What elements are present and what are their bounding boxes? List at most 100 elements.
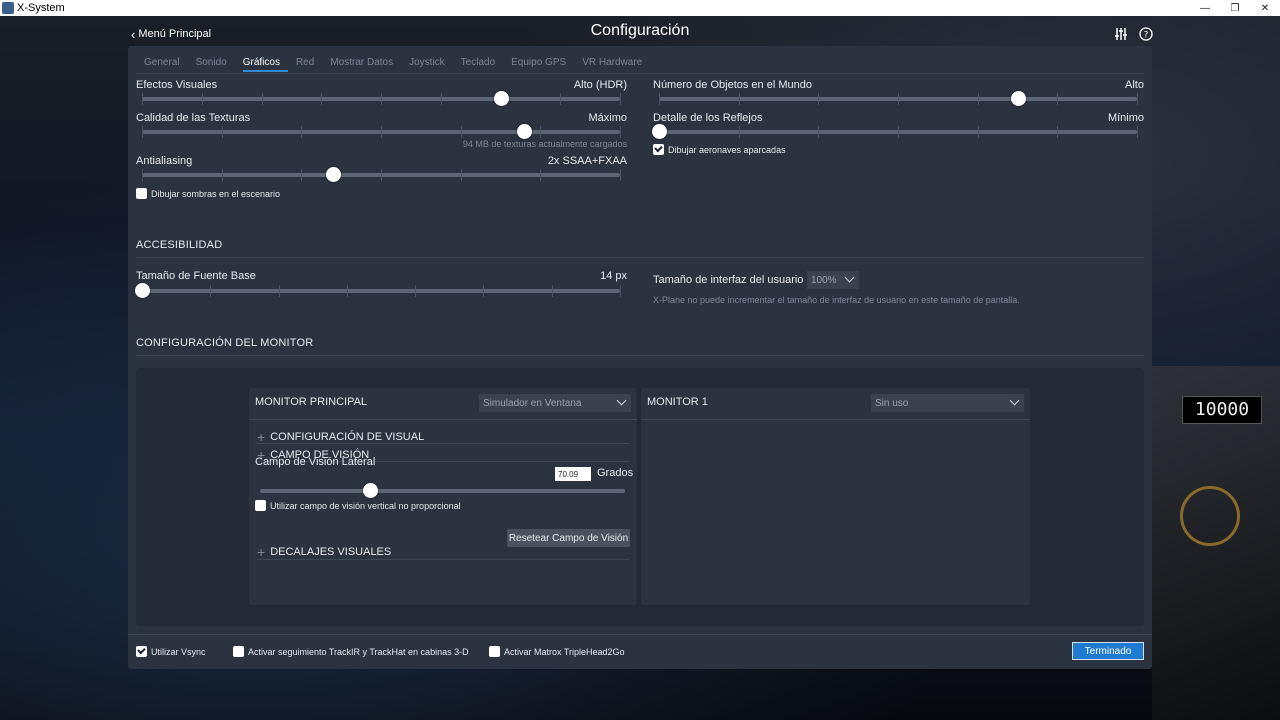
world-objects-slider[interactable] [659,91,1138,106]
slider-thumb[interactable] [652,124,667,139]
slider-tick [301,169,303,181]
plus-icon: + [257,429,266,445]
help-icon[interactable]: ? [1138,26,1154,42]
lateral-fov-unit: Grados [597,467,634,479]
slider-tick [560,93,562,105]
tab-mostrar-datos[interactable]: Mostrar Datos [330,57,401,72]
slider-tick [460,169,462,181]
accessibility-title: ACCESIBILIDAD [136,239,223,251]
slider-tick [738,93,740,105]
draw-shadows-checkbox[interactable]: Dibujar sombras en el escenario [136,188,280,199]
tab-gráficos[interactable]: Gráficos [242,57,288,72]
slider-tick [210,285,212,297]
checkbox-box [233,646,244,657]
tab-red[interactable]: Red [296,57,322,72]
reset-fov-button[interactable]: Resetear Campo de Visión [507,529,630,547]
checkbox-box [653,144,664,155]
font-size-value: 14 px [600,270,627,282]
back-button[interactable]: ‹ Menú Principal [131,28,211,41]
visual-offsets-expander[interactable]: + DECALAJES VISUALES [257,544,391,560]
slider-tick [1057,93,1059,105]
main-monitor-card: MONITOR PRINCIPAL Simulador en Ventana +… [249,388,637,605]
ui-size-label: Tamaño de interfaz del usuario [653,274,804,286]
checkbox-box [255,500,266,511]
lateral-fov-slider[interactable] [260,483,625,498]
slider-tick [381,93,382,105]
antialiasing-label: Antialiasing [136,155,193,167]
slider-thumb[interactable] [1010,91,1026,106]
app-icon [2,2,14,14]
slider-ticks [659,93,1138,105]
vsync-checkbox[interactable]: Utilizar Vsync [136,646,206,657]
reflection-detail-slider[interactable] [652,124,1138,139]
lateral-fov-input[interactable] [555,467,591,481]
sliders-icon[interactable] [1113,26,1129,42]
slider-tick [201,93,203,105]
slider-thumb[interactable] [493,91,509,106]
texture-quality-value: Máximo [588,112,627,124]
main-monitor-mode-dropdown[interactable]: Simulador en Ventana [479,394,631,412]
instrument-knob [1180,486,1240,546]
tab-general[interactable]: General [144,57,188,72]
header-icons: ? [1113,26,1154,42]
draw-parked-aircraft-checkbox[interactable]: Dibujar aeronaves aparcadas [653,144,786,155]
tab-vr-hardware[interactable]: VR Hardware [582,57,650,72]
plus-icon: + [257,544,266,560]
visual-effects-value: Alto (HDR) [573,79,627,91]
vertical-fov-label: Utilizar campo de visión vertical no pro… [270,500,461,511]
maximize-icon[interactable]: ❐ [1220,0,1250,16]
texture-quality-slider[interactable] [142,124,621,139]
antialiasing-slider[interactable] [142,167,621,182]
tab-sonido[interactable]: Sonido [196,57,235,72]
settings-panel: General Sonido Gráficos Red Mostrar Datos Joy… [128,46,1152,669]
slider-tick [460,126,462,138]
slider-thumb[interactable] [135,283,150,298]
visual-effects-slider[interactable] [142,91,621,106]
slider-ticks [260,485,625,497]
font-size-slider[interactable] [135,283,621,298]
monitor-config-title: CONFIGURACIÓN DEL MONITOR [136,337,314,349]
monitor1-card: MONITOR 1 Sin uso [641,388,1030,605]
slider-ticks [142,93,621,105]
slider-tick [346,285,348,297]
vertical-fov-checkbox[interactable]: Utilizar campo de visión vertical no pro… [255,500,461,511]
monitor-config-divider [136,355,1144,356]
close-icon[interactable]: ✕ [1250,0,1280,16]
tab-teclado[interactable]: Teclado [461,57,503,72]
slider-tick [977,126,979,138]
antialiasing-value: 2x SSAA+FXAA [547,155,627,167]
slider-tick [483,285,485,297]
slider-tick [540,126,542,138]
slider-tick [1057,126,1059,138]
slider-tick [301,126,303,138]
matrox-label: Activar Matrox TripleHead2Go [504,646,625,657]
slider-tick [898,126,899,138]
svg-text:?: ? [1144,31,1149,41]
slider-tick [551,285,553,297]
monitor1-mode-dropdown[interactable]: Sin uso [871,394,1024,412]
chevron-down-icon [616,395,627,406]
texture-memory-note: 94 MB de texturas actualmente cargados [462,139,627,149]
slider-tick [659,93,660,105]
minimize-icon[interactable]: — [1190,0,1220,16]
tab-joystick[interactable]: Joystick [409,57,453,72]
chevron-down-icon [844,272,855,283]
slider-tick [278,285,280,297]
visual-config-expander[interactable]: + CONFIGURACIÓN DE VISUAL [257,429,424,445]
done-button[interactable]: Terminado [1072,642,1144,660]
trackir-checkbox[interactable]: Activar seguimiento TrackIR y TrackHat e… [233,646,469,657]
checkbox-box [489,646,500,657]
reflection-detail-value: Mínimo [1107,112,1144,124]
matrox-checkbox[interactable]: Activar Matrox TripleHead2Go [489,646,625,657]
tab-equipo-gps[interactable]: Equipo GPS [511,57,574,72]
slider-tick [540,169,542,181]
slider-tick [1137,126,1138,138]
lateral-fov-label: Campo de Visión Lateral [255,456,376,468]
reflection-detail-label: Detalle de los Reflejos [653,112,763,124]
visual-effects-label: Efectos Visuales [136,79,218,91]
slider-ticks [142,169,621,181]
slider-tick [381,169,382,181]
slider-thumb[interactable] [362,483,378,498]
slider-tick [381,126,382,138]
ui-size-dropdown[interactable]: 100% [807,271,859,289]
